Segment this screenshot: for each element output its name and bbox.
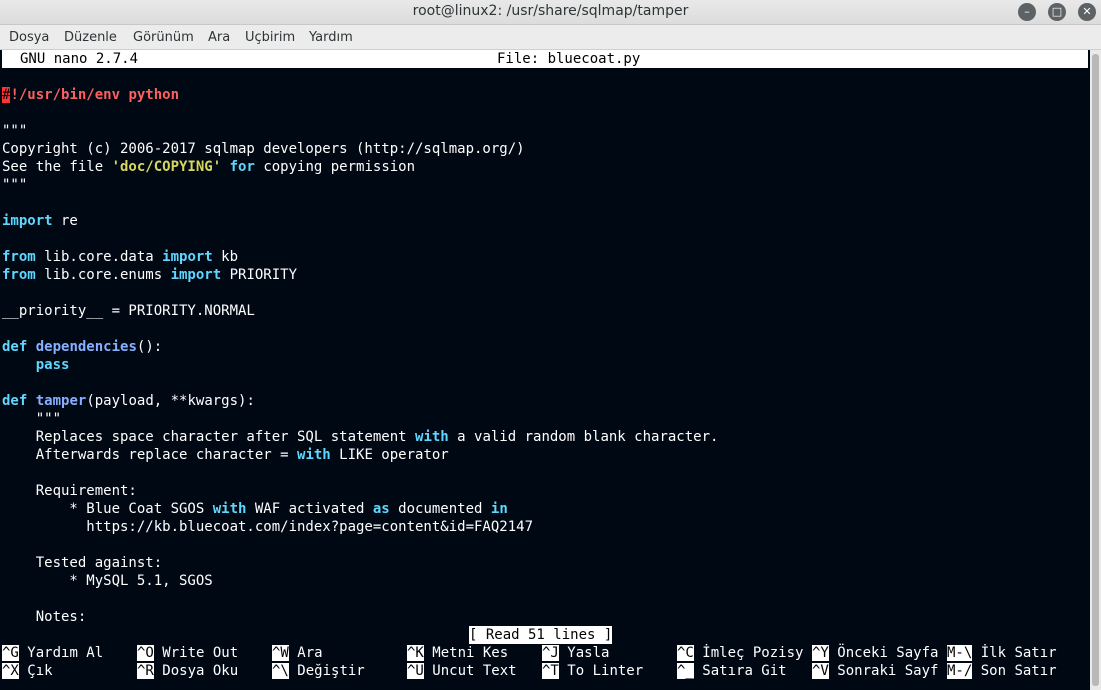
shortcut-linter[interactable]: ^T To Linter [542, 662, 643, 680]
code-line: * Blue Coat SGOS with WAF activated as d… [2, 501, 508, 517]
menu-ucbirim[interactable]: Uçbirim [245, 30, 295, 45]
code-line: Afterwards replace character = with LIKE… [2, 447, 449, 463]
shortcut-first-line[interactable]: M-\ İlk Satır [947, 644, 1057, 662]
window-title: root@linux2: /usr/share/sqlmap/tamper [412, 3, 689, 19]
nano-header: GNU nano 2.7.4 File: bluecoat.py [2, 50, 1088, 68]
menu-gorunum[interactable]: Görünüm [133, 30, 194, 45]
code-line: """ [2, 411, 62, 427]
shortcut-justify[interactable]: ^J Yasla [542, 644, 609, 662]
shortcut-last-line[interactable]: M-/ Son Satır [947, 662, 1057, 680]
scrollbar[interactable] [1090, 50, 1101, 690]
shortcut-prev-page[interactable]: ^Y Önceki Sayfa [812, 644, 938, 662]
status-message: [ Read 51 lines ] [469, 626, 613, 644]
code-line: Requirement: [2, 483, 137, 499]
shortcut-next-page[interactable]: ^V Sonraki Sayf [812, 662, 938, 680]
code-line: Notes: [2, 609, 87, 625]
shortcut-cursor-pos[interactable]: ^C İmleç Pozisy [677, 644, 803, 662]
close-icon[interactable]: ✕ [1078, 3, 1096, 21]
shortcut-exit[interactable]: ^X Çık [2, 662, 53, 680]
shortcut-replace[interactable]: ^\ Değiştir [272, 662, 365, 680]
code-line: """ [2, 177, 28, 193]
code-line: """ [2, 123, 28, 139]
nano-version: GNU nano 2.7.4 [20, 51, 139, 67]
code-line: def dependencies(): [2, 339, 163, 355]
menu-yardim[interactable]: Yardım [309, 30, 353, 45]
shortcut-help[interactable]: ^G Yardım Al [2, 644, 103, 662]
code-line: import re [2, 213, 78, 229]
shortcut-write-out[interactable]: ^O Write Out [137, 644, 238, 662]
shortcut-goto-line[interactable]: ^_ Satıra Git [677, 662, 787, 680]
code-line: Tested against: [2, 555, 163, 571]
code-line: https://kb.bluecoat.com/index?page=conte… [2, 519, 534, 535]
code-line: * MySQL 5.1, SGOS [2, 573, 213, 589]
code-line: Copyright (c) 2006-2017 sqlmap developer… [2, 141, 525, 157]
code-line: from lib.core.data import kb [2, 249, 239, 265]
maximize-icon[interactable]: □ [1048, 3, 1066, 21]
code-line: See the file 'doc/COPYING' for copying p… [2, 159, 416, 175]
menu-bar: Dosya Düzenle Görünüm Ara Uçbirim Yardım [0, 25, 1101, 50]
nano-filename: File: bluecoat.py [497, 51, 641, 67]
window-titlebar: root@linux2: /usr/share/sqlmap/tamper – … [0, 0, 1101, 25]
menu-dosya[interactable]: Dosya [9, 30, 49, 45]
scrollbar-thumb[interactable] [1092, 54, 1099, 686]
code-line: from lib.core.enums import PRIORITY [2, 267, 298, 283]
shortcut-read-file[interactable]: ^R Dosya Oku [137, 662, 238, 680]
terminal-area[interactable]: GNU nano 2.7.4 File: bluecoat.py #!/usr/b… [0, 50, 1090, 690]
minimize-icon[interactable]: – [1018, 3, 1036, 21]
code-line: __priority__ = PRIORITY.NORMAL [2, 303, 255, 319]
menu-ara[interactable]: Ara [208, 30, 230, 45]
shortcut-cut[interactable]: ^K Metni Kes [407, 644, 508, 662]
code-line: Replaces space character after SQL state… [2, 429, 719, 445]
shortcut-search[interactable]: ^W Ara [272, 644, 323, 662]
code-line-shebang: #!/usr/bin/env python [2, 87, 180, 103]
code-line: pass [35, 357, 70, 373]
menu-duzenle[interactable]: Düzenle [64, 30, 117, 45]
code-line: def tamper(payload, **kwargs): [2, 393, 255, 409]
shortcut-uncut[interactable]: ^U Uncut Text [407, 662, 517, 680]
